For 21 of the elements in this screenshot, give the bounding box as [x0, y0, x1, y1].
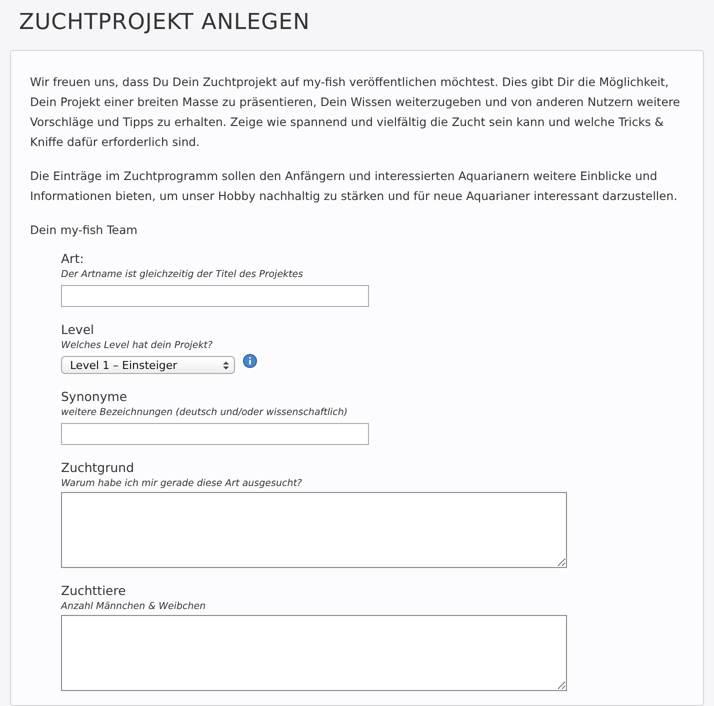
field-hint: Anzahl Männchen & Weibchen [61, 600, 207, 614]
text-input-field[interactable] [61, 285, 369, 307]
field-label: Art: [61, 250, 85, 267]
text-input-field[interactable] [61, 423, 369, 445]
intro-paragraph: Wir freuen uns, dass Du Dein Zuchtprojekt auf my-fish veröffentlichen möchtest. Dies gibt Dir die Möglichkeit, Dein Projekt einer breiten Masse zu präsentieren, Dein Wissen weiterzugeben und von anderen Nutzern weitere Vorschläge und Tipps zu erhalten. Zeige wie spannend und vielfältig die Zucht sein kann und welche Tricks & Kniffe dafür erforderlich sind. [30, 74, 681, 151]
page-title: ZUCHTPROJEKT ANLEGEN [19, 9, 311, 37]
intro-paragraph: Dein my-fish Team [30, 222, 138, 239]
field-hint: weitere Bezeichnungen (deutsch und/oder wissenschaftlich) [61, 406, 349, 420]
field-label: Synonyme [61, 388, 128, 405]
level-dropdown[interactable]: Level 1 – Einsteiger [61, 356, 235, 374]
info-icon[interactable] [243, 354, 257, 368]
field-label: Zuchtgrund [61, 459, 136, 476]
text-area-field[interactable] [61, 615, 567, 691]
intro-paragraph: Die Einträge im Zuchtprogramm sollen den Anfängern und interessierten Aquarianern weitere Einblicke und Informationen bieten, um unser Hobby nachhaltig zu stärken und für neue Aquarianer interessant darzustellen. [30, 168, 678, 205]
field-label: Zuchttiere [61, 582, 127, 599]
field-hint: Der Artname ist gleichzeitig der Titel des Projektes [61, 268, 304, 282]
field-hint: Welches Level hat dein Projekt? [61, 339, 214, 353]
stepper-caret-icon [223, 360, 229, 370]
field-hint: Warum habe ich mir gerade diese Art ausgesucht? [61, 477, 303, 491]
field-label: Level [61, 321, 95, 338]
text-area-field[interactable] [61, 492, 567, 568]
